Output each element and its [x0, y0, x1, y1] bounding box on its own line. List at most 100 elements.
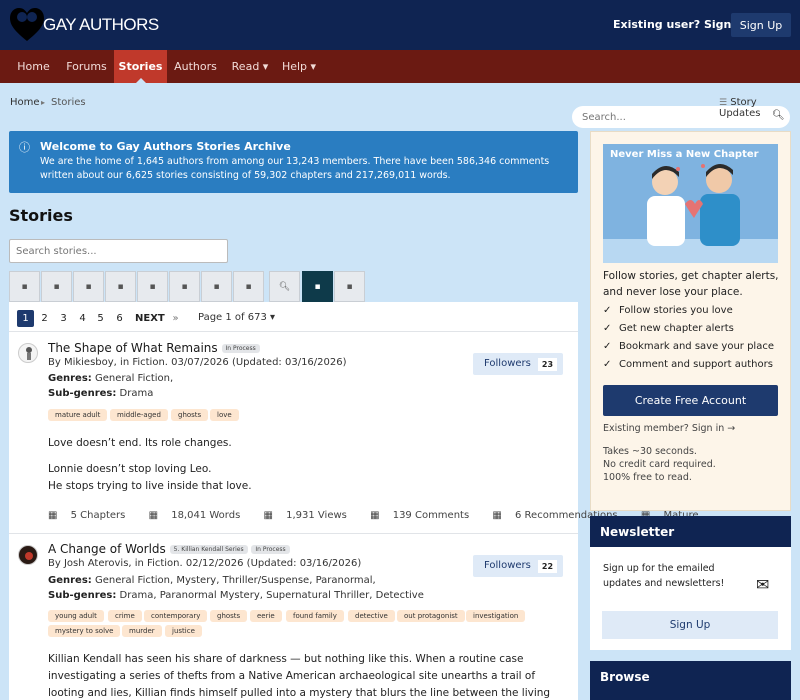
- list-icon[interactable]: ▪: [334, 271, 365, 302]
- tag[interactable]: justice: [165, 625, 202, 637]
- avatar-figure-icon: [26, 347, 32, 360]
- breadcrumb-current[interactable]: Stories: [51, 97, 86, 108]
- breadcrumb-home[interactable]: Home: [10, 97, 40, 108]
- nav-home[interactable]: Home: [10, 50, 57, 83]
- chapters-value: 5 Chapters: [70, 510, 126, 521]
- benefit-item: ✓ Follow stories you love: [603, 305, 733, 316]
- member-sign-in-link[interactable]: Existing member? Sign in →: [603, 423, 735, 434]
- nav-forums[interactable]: Forums: [60, 50, 113, 83]
- tag[interactable]: love: [210, 409, 239, 421]
- genres-value[interactable]: General Fiction,: [95, 373, 173, 384]
- main-nav: Home Forums Stories Authors Read ▾ Help …: [0, 50, 800, 128]
- tag[interactable]: contemporary: [144, 610, 208, 622]
- page-2[interactable]: 2: [36, 310, 53, 327]
- nav-read[interactable]: Read ▾: [226, 50, 274, 83]
- views-value: 1,931 Views: [286, 510, 347, 521]
- search-icon[interactable]: 🔍︎: [269, 271, 300, 302]
- story-search-input[interactable]: [9, 239, 228, 263]
- story-title-row: A Change of Worlds 5. Killian Kendall Se…: [48, 542, 290, 556]
- avatar[interactable]: [18, 343, 38, 363]
- nav-authors[interactable]: Authors: [169, 50, 222, 83]
- browse-widget-header: Browse: [590, 661, 791, 700]
- story-genres: Genres: General Fiction, Mystery, Thrill…: [48, 575, 376, 586]
- tag[interactable]: mature adult: [48, 409, 108, 421]
- tag[interactable]: investigation: [466, 610, 526, 622]
- page-4[interactable]: 4: [74, 310, 91, 327]
- story-item: The Shape of What Remains In Process By …: [9, 333, 699, 533]
- page-title: Stories: [9, 206, 73, 225]
- next-page-button[interactable]: NEXT: [135, 310, 165, 327]
- tag[interactable]: young adult: [48, 610, 104, 622]
- genres-value[interactable]: General Fiction, Mystery, Thriller/Suspe…: [95, 575, 376, 586]
- grid-icon[interactable]: ▪: [302, 271, 333, 302]
- page-of-dropdown[interactable]: Page 1 of 673 ▾: [198, 312, 275, 323]
- tag[interactable]: crime: [108, 610, 142, 622]
- logo-icon[interactable]: [10, 7, 44, 43]
- tag[interactable]: ghosts: [171, 409, 209, 421]
- followers-button[interactable]: Followers 23: [473, 353, 563, 375]
- tag[interactable]: mystery to solve: [48, 625, 121, 637]
- last-page-icon[interactable]: »: [167, 310, 184, 327]
- tag[interactable]: found family: [286, 610, 344, 622]
- newsletter-title: Newsletter: [590, 516, 791, 547]
- check-icon: ✓: [603, 359, 612, 370]
- filter-icon-5[interactable]: ▪: [137, 271, 168, 302]
- avatar[interactable]: [18, 545, 38, 565]
- header-sign-up-button[interactable]: Sign Up: [731, 13, 791, 37]
- benefit-label: Comment and support authors: [619, 359, 773, 370]
- envelope-icon: ✉: [756, 575, 770, 594]
- page-3[interactable]: 3: [55, 310, 72, 327]
- story-updates-link[interactable]: ☰ Story Updates: [719, 97, 800, 119]
- story-title[interactable]: A Change of Worlds: [48, 542, 166, 556]
- subgenres-value[interactable]: Drama: [120, 388, 154, 399]
- newsletter-text: Sign up for the emailed updates and news…: [603, 563, 725, 589]
- tag[interactable]: detective: [348, 610, 395, 622]
- benefit-item: ✓ Bookmark and save your place: [603, 341, 774, 352]
- story-title[interactable]: The Shape of What Remains: [48, 341, 218, 355]
- filter-icon-1[interactable]: ▪: [9, 271, 40, 302]
- story-subgenres: Sub-genres: Drama, Paranormal Mystery, S…: [48, 590, 424, 601]
- series-badge[interactable]: 5. Killian Kendall Series: [169, 545, 248, 554]
- promo-banner[interactable]: Never Miss a New Chapter: [603, 144, 778, 263]
- subgenres-value[interactable]: Drama, Paranormal Mystery, Supernatural …: [120, 590, 424, 601]
- avatar-photo-icon: [25, 552, 33, 560]
- words-count: ▦ 18,041 Words: [149, 510, 251, 521]
- filter-icon-6[interactable]: ▪: [169, 271, 200, 302]
- page-1[interactable]: 1: [17, 310, 34, 327]
- status-badge: In Process: [221, 344, 260, 353]
- newsletter-sign-up-button[interactable]: Sign Up: [602, 611, 778, 639]
- views-count: ▦ 1,931 Views: [263, 510, 356, 521]
- filter-icon-8[interactable]: ▪: [233, 271, 264, 302]
- rss-icon: ☰: [719, 98, 728, 108]
- filter-icon-7[interactable]: ▪: [201, 271, 232, 302]
- logo-text[interactable]: GAY AUTHORS: [43, 15, 159, 35]
- nav-help[interactable]: Help ▾: [278, 50, 320, 83]
- nav-stories[interactable]: Stories: [114, 50, 167, 83]
- existing-user-sign-in[interactable]: Existing user? Sign In: [613, 18, 747, 31]
- info-icon: ⓘ: [19, 141, 30, 154]
- filter-icon-2[interactable]: ▪: [41, 271, 72, 302]
- tag[interactable]: ghosts: [210, 610, 248, 622]
- story-description-line: Lonnie doesn’t stop loving Leo.: [48, 463, 212, 475]
- tag[interactable]: eerie: [250, 610, 282, 622]
- tag[interactable]: middle-aged: [110, 409, 168, 421]
- page-5[interactable]: 5: [92, 310, 109, 327]
- filter-icon-3[interactable]: ▪: [73, 271, 104, 302]
- fine-print: Takes ~30 seconds. No credit card requir…: [603, 445, 716, 484]
- chapter-alerts-promo: Never Miss a New Chapter Follow stories,…: [590, 131, 791, 511]
- words-value: 18,041 Words: [171, 510, 241, 521]
- chapters-count: ▦ 5 Chapters: [48, 510, 135, 521]
- pagination: 1 2 3 4 5 6 NEXT » Page 1 of 673 ▾: [9, 302, 578, 332]
- comments-count: ▦ 139 Comments: [370, 510, 479, 521]
- create-account-button[interactable]: Create Free Account: [603, 385, 778, 416]
- page-6[interactable]: 6: [111, 310, 128, 327]
- followers-button[interactable]: Followers 22: [473, 555, 563, 577]
- tag[interactable]: murder: [122, 625, 162, 637]
- tag[interactable]: out protagonist: [397, 610, 465, 622]
- welcome-body: We are the home of 1,645 authors from am…: [40, 156, 550, 181]
- check-icon: ✓: [603, 341, 612, 352]
- comments-icon: ▦: [370, 510, 380, 521]
- comments-value: 139 Comments: [392, 510, 470, 521]
- filter-icon-4[interactable]: ▪: [105, 271, 136, 302]
- followers-label: Followers: [484, 358, 531, 369]
